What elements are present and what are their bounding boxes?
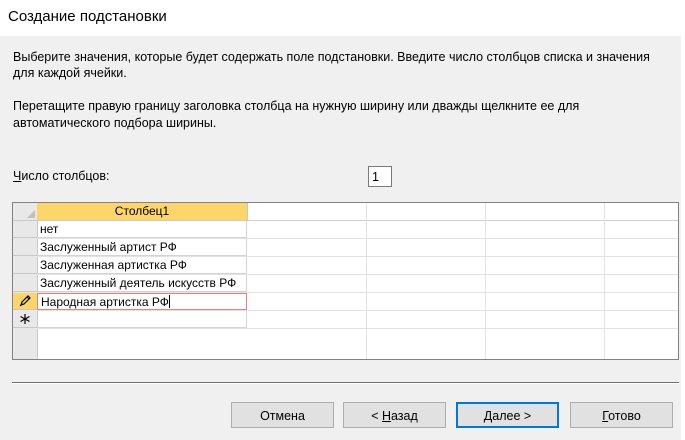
new-row-selector[interactable] <box>13 311 37 328</box>
finish-button-label: отово <box>608 409 641 423</box>
grid-line <box>37 328 678 329</box>
new-row-cell[interactable] <box>37 311 247 328</box>
grid-cell[interactable]: Заслуженный деятель искусств РФ <box>37 275 247 292</box>
grid-line <box>485 203 486 359</box>
grid-line <box>366 203 367 359</box>
instruction-line-4: автоматического подбора ширины. <box>13 116 217 130</box>
row-selector[interactable] <box>13 221 37 238</box>
asterisk-icon <box>20 314 30 324</box>
row-selector[interactable] <box>13 275 37 292</box>
grid-line <box>604 203 605 359</box>
row-selector-active[interactable] <box>13 293 37 310</box>
back-button-prefix: < <box>371 409 382 423</box>
next-button-label: алее > <box>492 409 532 423</box>
window-title: Создание подстановки <box>8 8 167 25</box>
instruction-line-3: Перетащите правую границу заголовка стол… <box>13 99 580 113</box>
corner-triangle-icon <box>27 210 35 218</box>
footer-divider <box>12 382 679 383</box>
pencil-icon <box>19 295 31 307</box>
next-button[interactable]: Далее > <box>456 402 559 428</box>
instruction-line-2: для каждой ячейки. <box>13 66 127 80</box>
row-selector[interactable] <box>13 239 37 256</box>
back-button-label: азад <box>391 409 418 423</box>
text-caret <box>168 295 170 308</box>
next-button-hotkey: Д <box>483 409 493 423</box>
grid-cell-text: Народная артистка РФ <box>41 295 169 309</box>
column-header-1[interactable]: Столбец1 <box>37 203 248 221</box>
values-grid[interactable]: Столбец1 нет Заслуженный артист РФ Заслу… <box>12 202 679 360</box>
grid-cell-active[interactable]: Народная артистка РФ <box>37 293 247 310</box>
grid-cell[interactable]: Заслуженный артист РФ <box>37 239 247 256</box>
dialog-content: Выберите значения, которые будет содержа… <box>0 36 685 440</box>
title-bar: Создание подстановки <box>0 0 685 36</box>
column-count-input[interactable] <box>368 166 392 187</box>
finish-button[interactable]: Готово <box>570 402 673 428</box>
row-selector[interactable] <box>13 257 37 274</box>
cancel-button[interactable]: Отмена <box>231 402 334 428</box>
grid-corner[interactable] <box>13 203 37 221</box>
grid-cell[interactable]: Заслуженная артистка РФ <box>37 257 247 274</box>
instruction-line-1: Выберите значения, которые будет содержа… <box>13 50 650 64</box>
column-count-label: Число столбцов: <box>13 169 110 183</box>
back-button-hotkey: Н <box>381 409 391 423</box>
header-empty-area <box>248 203 678 221</box>
back-button[interactable]: < Назад <box>343 402 446 428</box>
column-count-label-text: исло столбцов: <box>21 169 110 183</box>
grid-cell[interactable]: нет <box>37 221 247 238</box>
